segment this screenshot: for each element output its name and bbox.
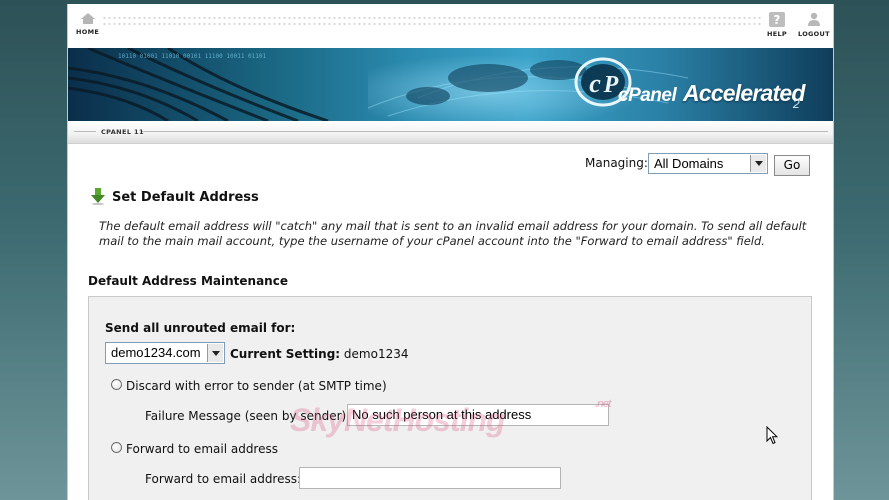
watermark-text: SkyNetHosting	[290, 402, 506, 438]
current-setting: Current Setting: demo1234	[230, 347, 409, 361]
logout-icon	[807, 12, 820, 26]
breadcrumb-divider	[142, 131, 828, 132]
current-setting-value: demo1234	[343, 347, 409, 361]
page-title: Set Default Address	[112, 190, 259, 205]
forward-email-input[interactable]	[299, 467, 561, 489]
logo-accelerated-text: Accelerated	[683, 80, 805, 106]
help-nav-button[interactable]: ? HELP	[767, 12, 787, 38]
forward-radio-label: Forward to email address	[126, 442, 278, 456]
chevron-down-icon[interactable]	[750, 155, 766, 172]
breadcrumb: CPANEL 11	[68, 121, 833, 144]
domain-select[interactable]: demo1234.com	[105, 342, 225, 364]
help-label: HELP	[767, 30, 787, 38]
cursor-icon	[766, 426, 778, 445]
watermark-logo: SkyNetHosting .net	[290, 398, 612, 439]
svg-text:P: P	[603, 72, 619, 98]
home-label: HOME	[76, 28, 100, 36]
download-arrow-icon	[91, 188, 105, 205]
section-title: Default Address Maintenance	[88, 274, 288, 288]
send-all-label: Send all unrouted email for:	[105, 321, 296, 335]
nav-dots	[102, 16, 762, 20]
breadcrumb-home[interactable]: CPANEL 11	[101, 128, 144, 136]
discard-radio[interactable]	[111, 379, 122, 390]
help-icon: ?	[769, 12, 785, 27]
cpanel-banner: 10110 01001 11010 00101 11100 10011 0110…	[68, 48, 833, 121]
watermark-suffix: .net	[595, 398, 612, 410]
domain-selected-value: demo1234.com	[111, 345, 201, 360]
managing-selected-value: All Domains	[654, 156, 724, 171]
cpanel-page: HOME ? HELP LOGOUT 10110 01001 11010 001…	[67, 4, 834, 500]
default-address-panel: Send all unrouted email for: demo1234.co…	[88, 296, 812, 500]
logo-cpanel-text: cPanel	[618, 85, 677, 106]
managing-domain-select[interactable]: All Domains	[648, 153, 768, 174]
cpanel-logo: c P cPanel Accelerated 2	[573, 54, 828, 114]
page-description: The default email address will "catch" a…	[99, 219, 807, 248]
nav-dots	[102, 22, 762, 26]
svg-text:?: ?	[773, 13, 780, 27]
logout-label: LOGOUT	[798, 30, 830, 38]
managing-label: Managing:	[585, 156, 648, 170]
forward-field-label: Forward to email address:	[145, 472, 302, 486]
home-nav-button[interactable]: HOME	[76, 12, 99, 36]
breadcrumb-divider	[74, 131, 96, 132]
current-setting-label: Current Setting:	[230, 347, 341, 361]
chevron-down-icon[interactable]	[207, 344, 223, 362]
go-button[interactable]: Go	[774, 155, 810, 176]
logo-version: 2	[793, 97, 800, 111]
top-nav: HOME ? HELP LOGOUT	[68, 4, 833, 48]
svg-text:c: c	[589, 69, 601, 98]
home-icon	[80, 13, 95, 24]
logout-nav-button[interactable]: LOGOUT	[798, 12, 830, 38]
forward-radio[interactable]	[111, 442, 122, 453]
binary-decoration: 10110 01001 11010 00101 11100 10011 0110…	[118, 53, 267, 60]
discard-radio-label: Discard with error to sender (at SMTP ti…	[126, 379, 387, 393]
